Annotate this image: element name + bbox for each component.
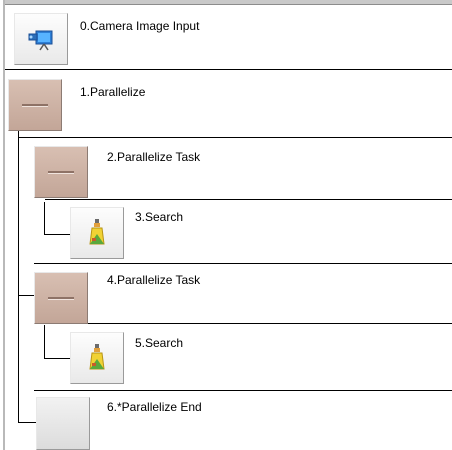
camera-image-input-unit[interactable]: [14, 13, 68, 65]
parallelize-end-unit[interactable]: [36, 397, 90, 450]
unit-label: 5.Search: [135, 336, 184, 350]
unit-label: 2.Parallelize Task: [107, 150, 201, 164]
unit-label: 3.Search: [135, 210, 184, 224]
camera-icon: [27, 27, 55, 56]
row-separator: [34, 390, 452, 391]
parallelize-unit[interactable]: [8, 79, 62, 131]
search-icon: [87, 343, 107, 376]
tree-connector: [44, 358, 70, 359]
search-icon: [87, 218, 107, 251]
parallelize-task-unit[interactable]: [34, 272, 88, 324]
flow-panel: 0.Camera Image Input 1.Parallelize 2.Par…: [0, 0, 452, 450]
search-unit[interactable]: [70, 207, 124, 259]
row-separator: [5, 69, 452, 70]
row-separator: [45, 199, 452, 200]
unit-label: 4.Parallelize Task: [107, 273, 201, 287]
panel-left-border: [3, 0, 5, 450]
tree-connector: [18, 422, 36, 423]
row-separator: [18, 137, 452, 138]
unit-label: 1.Parallelize: [80, 85, 146, 99]
parallelize-task-unit[interactable]: [34, 146, 88, 198]
tree-connector: [18, 131, 19, 423]
search-unit[interactable]: [70, 332, 124, 384]
panel-top-border-shadow: [3, 4, 452, 5]
tree-connector: [44, 202, 45, 235]
row-separator: [34, 263, 452, 264]
tree-connector: [44, 234, 70, 235]
unit-label: 6.*Parallelize End: [107, 400, 202, 414]
tree-connector: [44, 325, 45, 359]
row-separator: [45, 323, 452, 324]
unit-label: 0.Camera Image Input: [80, 19, 200, 33]
